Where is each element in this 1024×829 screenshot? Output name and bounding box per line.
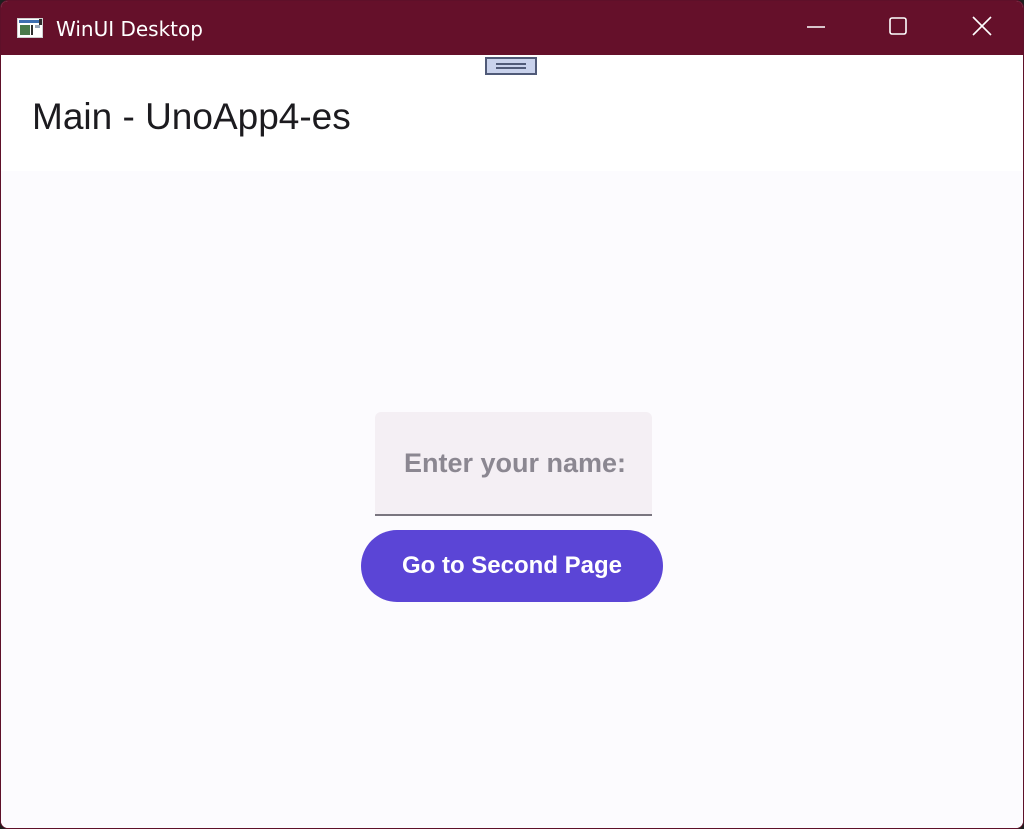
page-header: Main - UnoApp4-es	[1, 55, 1023, 171]
maximize-button[interactable]	[857, 1, 939, 55]
name-input[interactable]	[375, 412, 652, 514]
minimize-button[interactable]	[775, 1, 857, 55]
close-button[interactable]	[941, 1, 1023, 55]
close-icon	[972, 16, 992, 40]
app-window: WinUI Desktop Main - UnoApp4-es Enter yo…	[0, 0, 1024, 829]
minimize-icon	[807, 17, 825, 39]
drag-grip-icon[interactable]	[485, 57, 537, 75]
grip-line-bottom	[496, 67, 526, 69]
window-title: WinUI Desktop	[56, 17, 203, 41]
page-title: Main - UnoApp4-es	[32, 96, 351, 137]
main-content: Go to Second Page	[1, 171, 1023, 828]
maximize-icon	[889, 17, 907, 39]
title-bar[interactable]: WinUI Desktop	[1, 1, 1023, 55]
go-to-second-page-button[interactable]: Go to Second Page	[361, 530, 663, 602]
name-field[interactable]	[375, 412, 652, 516]
grip-line-top	[496, 63, 526, 65]
app-window-icon	[17, 18, 43, 38]
